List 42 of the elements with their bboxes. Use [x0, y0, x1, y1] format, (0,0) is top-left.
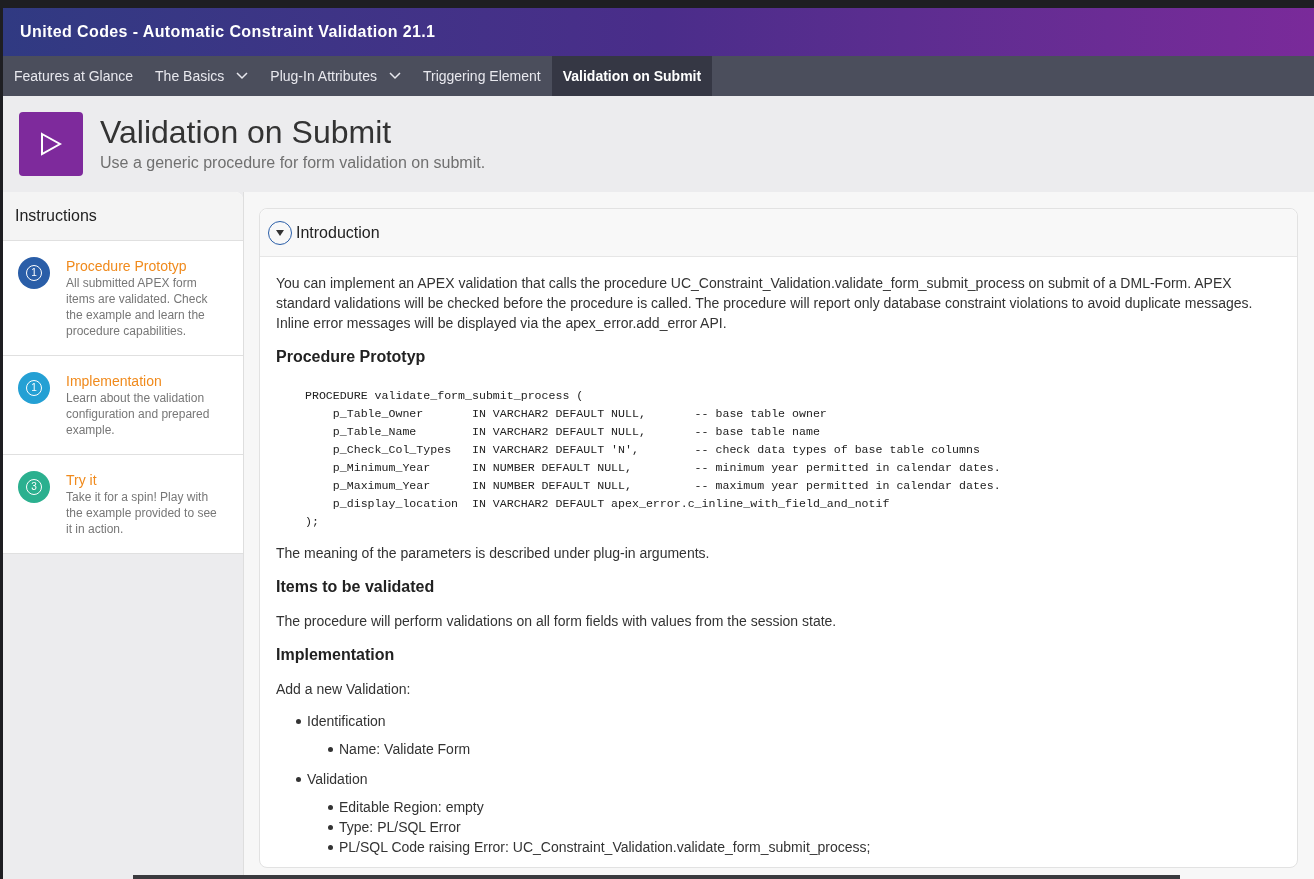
paragraph: Add a new Validation:: [276, 680, 412, 699]
step-number-badge: 1: [18, 372, 50, 404]
app-title: United Codes - Automatic Constraint Validation 21.1: [20, 22, 436, 42]
paragraph: The meaning of the parameters is described under plug-in arguments.: [276, 544, 711, 563]
step-title: Try it: [66, 471, 98, 489]
list-item-text: PL/SQL Code raising Error: UC_Constraint_Validation.validate_form_submit_process;: [339, 838, 871, 857]
list-item-text: Name: Validate Form: [339, 740, 471, 759]
bullet: [296, 776, 301, 782]
nav-tab[interactable]: Triggering Element: [411, 56, 552, 96]
section-heading: Procedure Prototyp: [276, 347, 427, 367]
section-heading: Items to be validated: [276, 577, 436, 597]
nav-tab[interactable]: Features at Glance: [3, 56, 145, 96]
step-title: Implementation: [66, 372, 163, 390]
list-item-text: Identification: [307, 712, 386, 731]
nav-tab[interactable]: The Basics: [144, 56, 260, 96]
section-heading: Implementation: [276, 645, 396, 665]
bullet: [296, 718, 301, 724]
step-number-badge: 3: [18, 471, 50, 503]
step-description: Take it for a spin! Play with the example provided to see it in action.: [66, 489, 218, 537]
panel-title: Instructions: [15, 206, 97, 226]
step-description: All submitted APEX form items are validated. Check the example and learn the procedure capabilities.: [66, 275, 209, 339]
bullet: [328, 824, 333, 830]
bullet: [328, 844, 333, 850]
paragraph: The procedure will perform validations on all form fields with values from the session state.: [276, 612, 838, 631]
caret-down-icon: [276, 229, 284, 236]
list-item-text: Editable Region: empty: [339, 798, 484, 817]
bullet: [328, 746, 333, 752]
nav-tab[interactable]: Plug-In Attributes: [259, 56, 412, 96]
page-subtitle: Use a generic procedure for form validation on submit.: [100, 153, 486, 173]
play-icon: [19, 112, 83, 176]
step-description: Learn about the validation configuration and prepared example.: [66, 390, 211, 438]
step-title: Procedure Prototyp: [66, 257, 188, 275]
nav-tab[interactable]: Validation on Submit: [551, 56, 713, 96]
region-title: Introduction: [296, 222, 380, 243]
paragraph: You can implement an APEX validation that calls the procedure UC_Constraint_Validation.validate_form_submit_process on submit of a DML-Form. APEX standard validations will be checked before the procedure is called. The procedure will report only database constraint violations to avoid duplicate messages. Inline error messages will be displayed via the apex_error.add_error API.: [276, 274, 1254, 333]
list-item-text: Validation: [307, 770, 368, 789]
bullet: [328, 804, 333, 810]
step-item[interactable]: 1 Implementation Learn about the validation configuration and prepared example.: [3, 356, 243, 455]
step-number-badge: 1: [18, 257, 50, 289]
page-title: Validation on Submit: [100, 113, 393, 151]
list-item-text: Type: PL/SQL Error: [339, 818, 461, 837]
code-listing: PROCEDURE validate_form_submit_process ( p_Table_Owner IN VARCHAR2 DEFAULT NULL, -- base table owner p_Table_Name IN VARCHAR2 DEFAULT NULL, -- base table name p_Check_Col_Types IN VARCHAR2 DEFAULT 'N', -- check data types of base table columns p_Minimum_Year IN NUMBER DEFAULT NULL, -- minimum year permitted in calendar dates. p_Maximum_Year IN NUMBER DEFAULT NULL, -- maximum year permitted in calendar dates. p_display_location IN VARCHAR2 DEFAULT apex_error.c_inline_with_field_and_notif );: [305, 388, 1002, 530]
